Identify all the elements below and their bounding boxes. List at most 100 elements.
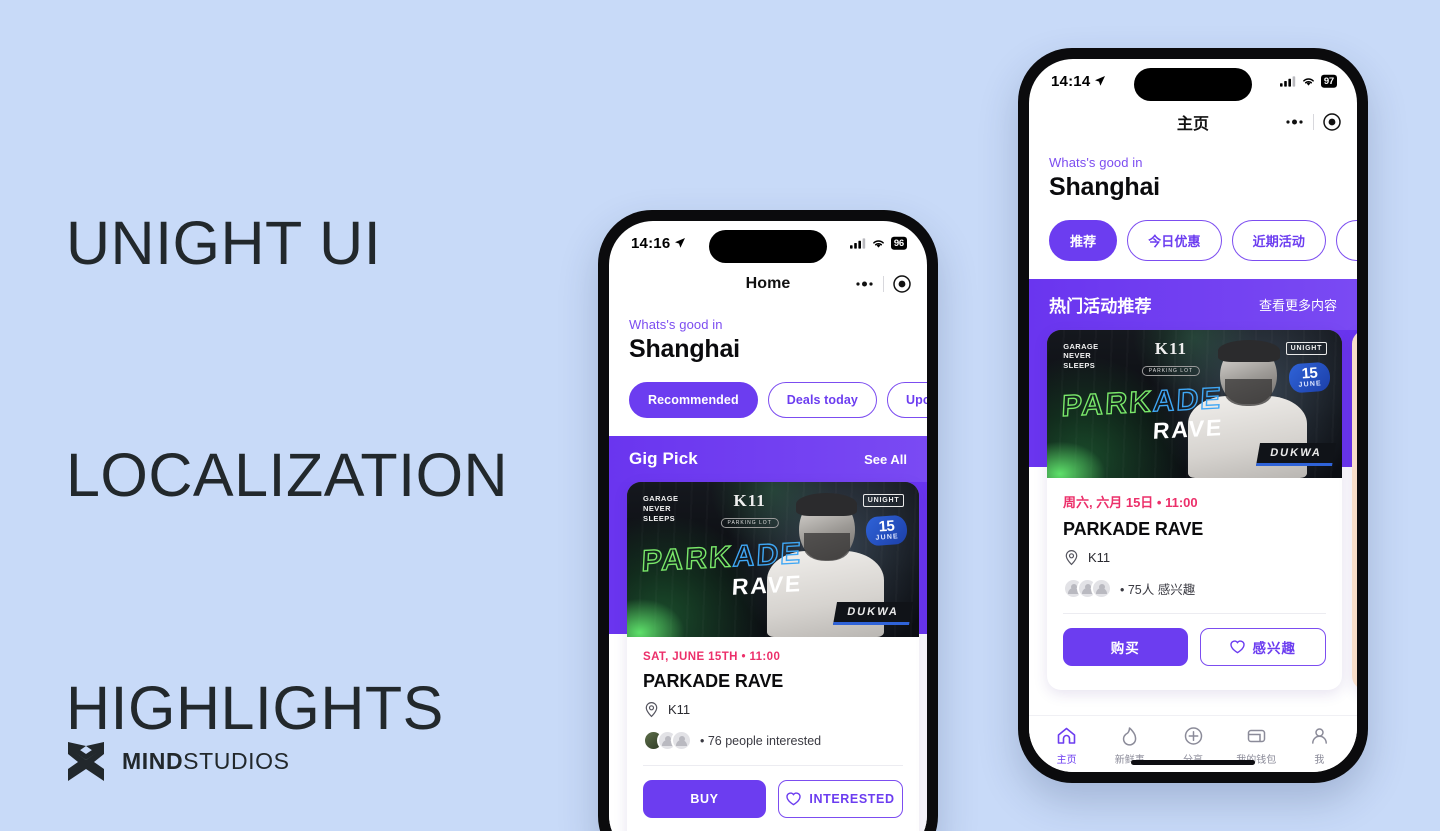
phone-screen-english: 14:16 96 Home Whats's good in Shanghai R… (609, 221, 927, 831)
promo-canvas: UNIGHT UI LOCALIZATION HIGHLIGHTS MINDST… (0, 0, 1440, 831)
status-indicators: 96 (849, 236, 907, 250)
brand-logo: MINDSTUDIOS (66, 738, 290, 784)
poster-venue-name: K11 (1154, 338, 1188, 358)
event-poster: GARAGE NEVER SLEEPS K11 PARKING LOT UNIG… (1047, 330, 1342, 478)
nav-title: Home (745, 275, 791, 292)
poster-date-day: 15 (1300, 364, 1318, 383)
tab-profile-label: 我 (1314, 755, 1325, 766)
interested-button-label: 感兴趣 (1252, 641, 1296, 656)
interested-avatars (1063, 578, 1112, 599)
event-interest: • 75人 感兴趣 (1063, 578, 1326, 599)
cellular-bars-icon (1279, 76, 1296, 87)
chip-for-you[interactable]: 猜你感兴趣 (1336, 220, 1357, 261)
poster-venue-sub: PARKING LOT (720, 518, 779, 529)
wifi-icon (872, 240, 884, 248)
see-all-link[interactable]: See All (864, 452, 907, 467)
tab-home-label: 主页 (1056, 755, 1077, 766)
brand-name-bold: MIND (122, 747, 184, 774)
heart-outline-icon (1229, 640, 1245, 654)
wallet-icon (1247, 729, 1265, 743)
event-poster: GARAGE NEVER SLEEPS K11 PARKING LOT UNIG… (627, 482, 919, 637)
event-venue-label: K11 (1088, 550, 1111, 565)
poster-tagline: GARAGE NEVER SLEEPS (1063, 341, 1099, 371)
event-card-actions: BUY INTERESTED (627, 766, 919, 831)
status-bar: 14:16 96 (609, 221, 927, 265)
poster-artist-name: DUKWA (832, 601, 913, 625)
chip-upcoming[interactable]: Upcoming (887, 382, 927, 418)
flame-icon (1123, 727, 1137, 746)
brand-name-light: STUDIOS (183, 747, 290, 774)
location-arrow-icon (1095, 76, 1106, 86)
interested-button-label: INTERESTED (809, 792, 895, 806)
poster-venue-sub: PARKING LOT (1141, 365, 1201, 376)
chip-recommended[interactable]: Recommended (629, 382, 758, 418)
location-pin-icon (1065, 549, 1078, 566)
interested-count: • 75人 感兴趣 (1120, 583, 1196, 597)
event-venue: K11 (643, 701, 903, 718)
battery-level: 97 (1320, 74, 1337, 88)
phone-mockup-chinese: 14:14 97 主页 Whats's good in Shanghai 推荐 … (1018, 48, 1368, 783)
poster-text-layer: GARAGE NEVER SLEEPS K11 PARKING LOT UNIG… (1047, 330, 1342, 478)
section-title: 热门活动推荐 (1049, 297, 1152, 316)
more-dots-icon[interactable] (855, 280, 874, 288)
person-icon (1311, 728, 1327, 744)
event-card[interactable]: GARAGE NEVER SLEEPS K11 PARKING LOT UNIG… (1047, 330, 1342, 690)
event-venue: K11 (1063, 549, 1326, 566)
heart-outline-icon (786, 792, 802, 806)
tab-profile[interactable]: 我 (1288, 726, 1351, 766)
see-all-link[interactable]: 查看更多内容 (1259, 295, 1337, 314)
chip-deals-today[interactable]: Deals today (767, 382, 877, 418)
phone-screen-chinese: 14:14 97 主页 Whats's good in Shanghai 推荐 … (1029, 59, 1357, 772)
chip-upcoming[interactable]: 近期活动 (1231, 220, 1327, 261)
event-venue-label: K11 (668, 702, 691, 717)
interested-button[interactable]: INTERESTED (778, 780, 903, 818)
event-card-row: GARAGE NEVER SLEEPS K11 PARKING LOT UNIG… (1029, 330, 1357, 690)
hero-heading: Whats's good in Shanghai (609, 303, 927, 364)
title-line-2: LOCALIZATION (66, 441, 509, 510)
location-pin-icon (645, 701, 658, 718)
chip-recommended[interactable]: 推荐 (1049, 220, 1118, 261)
hero-kicker: Whats's good in (1049, 155, 1143, 170)
hero-city: Shanghai (1049, 173, 1160, 201)
target-circle-icon[interactable] (1323, 113, 1341, 131)
hero-kicker: Whats's good in (629, 317, 723, 332)
avatar (671, 730, 692, 751)
event-carousel[interactable]: GARAGE NEVER SLEEPS K11 PARKING LOT UNIG… (1029, 330, 1357, 690)
more-dots-icon[interactable] (1285, 118, 1304, 126)
status-time: 14:14 (1051, 72, 1091, 90)
page-title: UNIGHT UI LOCALIZATION HIGHLIGHTS (66, 50, 508, 831)
buy-button[interactable]: BUY (643, 780, 766, 818)
event-interest: • 76 people interested (643, 730, 903, 751)
status-indicators: 97 (1279, 74, 1337, 88)
nav-divider (883, 276, 884, 292)
poster-title-bottom: RAVE (1152, 414, 1225, 444)
interested-avatars (643, 730, 692, 751)
event-date: SAT, JUNE 15TH • 11:00 (643, 651, 781, 663)
chip-deals-today[interactable]: 今日优惠 (1127, 220, 1222, 261)
interested-button[interactable]: 感兴趣 (1199, 628, 1326, 666)
battery-level: 96 (890, 236, 907, 250)
poster-venue-mark: K11 PARKING LOT (1141, 338, 1201, 377)
home-indicator (1131, 760, 1255, 765)
event-card-row: GARAGE NEVER SLEEPS K11 PARKING LOT UNIG… (609, 482, 927, 831)
event-title: PARKADE RAVE (643, 671, 784, 691)
poster-tagline: GARAGE NEVER SLEEPS (643, 494, 679, 523)
event-card-body: SAT, JUNE 15TH • 11:00 PARKADE RAVE K11 (627, 637, 919, 766)
poster-brand-badge: UNIGHT (862, 494, 905, 508)
avatar (1091, 578, 1112, 599)
poster-title-part-a: PARK (640, 540, 734, 579)
event-card-next[interactable] (1352, 330, 1357, 690)
status-time: 14:16 (631, 234, 671, 252)
poster-title-part-b: ADE (1151, 381, 1224, 419)
dynamic-island (1134, 68, 1252, 101)
poster-date-month: JUNE (1297, 379, 1322, 389)
home-icon (1057, 727, 1076, 744)
status-time-group: 14:16 (631, 235, 686, 252)
hero-city: Shanghai (629, 335, 740, 363)
nav-actions (1285, 113, 1341, 131)
buy-button[interactable]: 购买 (1063, 628, 1188, 666)
event-carousel[interactable]: GARAGE NEVER SLEEPS K11 PARKING LOT UNIG… (609, 482, 927, 831)
tab-home[interactable]: 主页 (1035, 726, 1098, 766)
target-circle-icon[interactable] (893, 275, 911, 293)
event-card[interactable]: GARAGE NEVER SLEEPS K11 PARKING LOT UNIG… (627, 482, 919, 831)
